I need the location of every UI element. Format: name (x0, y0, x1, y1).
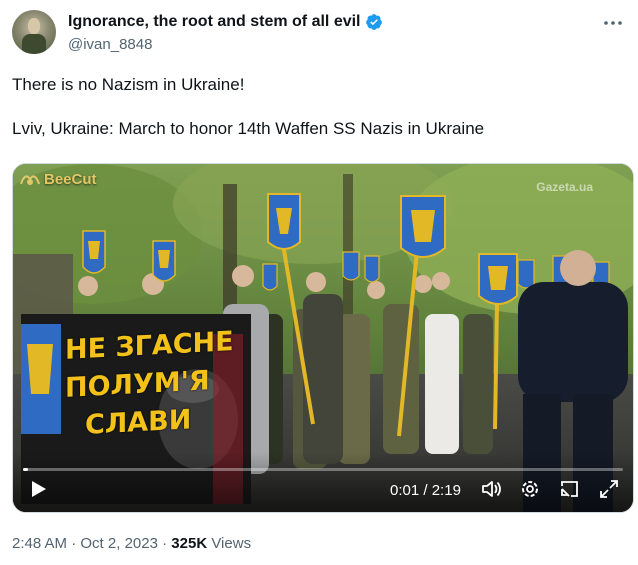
time-separator: / (423, 482, 428, 499)
video-progress-bar[interactable] (23, 468, 623, 471)
tweet-line-1: There is no Nazism in Ukraine! (12, 75, 245, 94)
banner-line-2: ПОЛУМ'Я (65, 365, 210, 404)
fullscreen-icon (600, 480, 618, 498)
video-time: 0:01 / 2:19 (390, 482, 461, 499)
name-row: Ignorance, the root and stem of all evil (68, 13, 383, 31)
video-progress-fill (23, 468, 28, 471)
duration: 2:19 (431, 482, 461, 499)
banner-line-3: СЛАВИ (85, 404, 192, 441)
verified-badge-icon (365, 14, 382, 30)
tweet-date[interactable]: Oct 2, 2023 (80, 535, 158, 552)
beecut-watermark: BeeCut (19, 170, 97, 188)
more-icon[interactable] (602, 14, 624, 32)
watermark-text: BeeCut (44, 170, 97, 188)
volume-icon (482, 481, 501, 497)
video-player[interactable]: НЕ ЗГАСНЕ ПОЛУМ'Я СЛАВИ BeeCut Gazeta.ua… (12, 163, 634, 513)
tweet-header: Ignorance, the root and stem of all evil… (12, 10, 626, 58)
fullscreen-button[interactable] (596, 476, 622, 502)
current-time: 0:01 (390, 482, 420, 499)
avatar[interactable] (12, 10, 56, 54)
avatar-face (28, 18, 40, 34)
tweet-line-2: Lviv, Ukraine: March to honor 14th Waffe… (12, 119, 485, 138)
volume-button[interactable] (479, 476, 505, 502)
source-watermark: Gazeta.ua (536, 180, 593, 194)
avatar-body (22, 34, 46, 54)
meta-dot-2: · (162, 535, 168, 552)
views-label: Views (211, 535, 252, 552)
play-icon (32, 481, 46, 497)
settings-icon (522, 481, 538, 497)
display-name[interactable]: Ignorance, the root and stem of all evil (68, 13, 361, 31)
tweet-time[interactable]: 2:48 AM (12, 535, 67, 552)
meta-dot: · (71, 535, 77, 552)
tweet-meta: 2:48 AM · Oct 2, 2023 · 325K Views (12, 535, 251, 552)
banner-text: НЕ ЗГАСНЕ ПОЛУМ'Я СЛАВИ (65, 324, 234, 446)
play-button[interactable] (25, 476, 51, 502)
tweet-text: There is no Nazism in Ukraine! Lviv, Ukr… (12, 74, 622, 140)
views-count: 325K (171, 535, 208, 552)
bee-icon (20, 175, 40, 185)
user-handle[interactable]: @ivan_8848 (68, 36, 152, 53)
pip-icon (561, 481, 578, 497)
pip-button[interactable] (557, 476, 583, 502)
video-controls: 0:01 / 2:19 (13, 452, 633, 512)
settings-button[interactable] (517, 476, 543, 502)
